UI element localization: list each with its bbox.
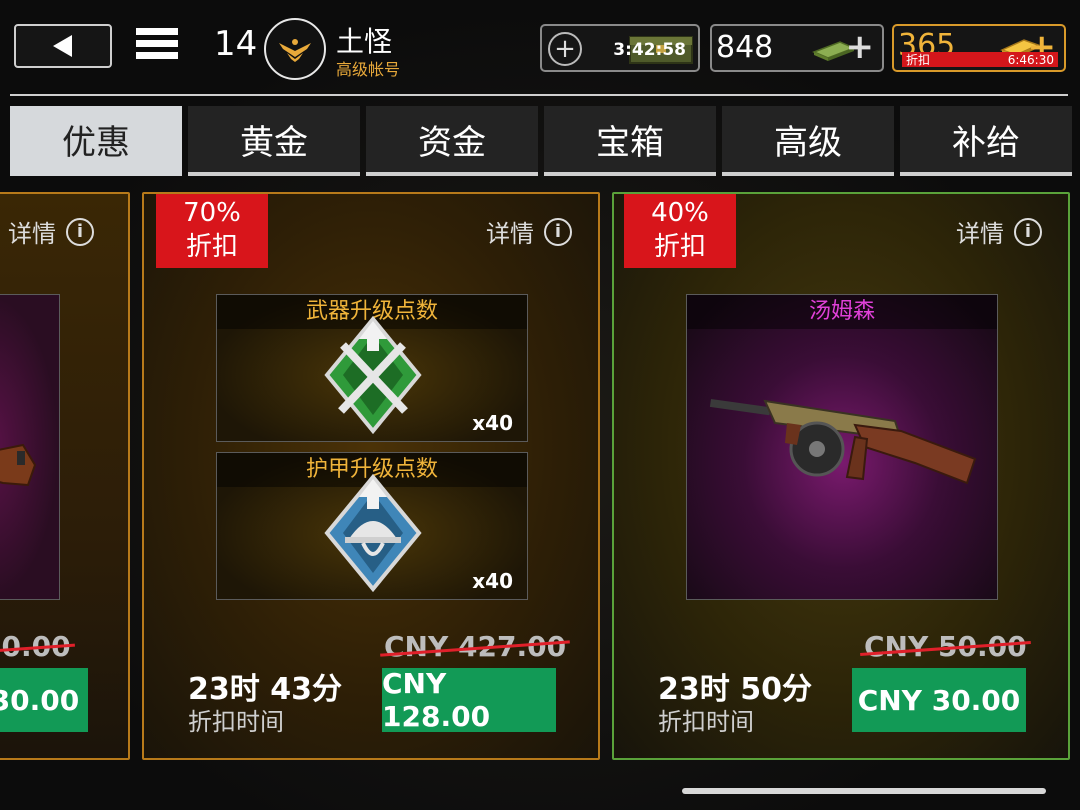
discount-label: 折扣 (653, 232, 706, 262)
original-price: 50.00 (0, 630, 75, 663)
buy-button[interactable]: 30.00 (0, 668, 88, 732)
add-icon[interactable]: + (548, 32, 582, 66)
offer-timer-label: 折扣时间 (658, 708, 754, 736)
discount-percent: 70% (183, 198, 241, 228)
back-arrow-icon (53, 35, 72, 57)
gold-discount-timer: 6:46:30 (1007, 52, 1054, 67)
item-thompson: 汤姆森 (686, 294, 998, 600)
details-label: 详情 (956, 220, 1004, 248)
weapon-upgrade-icon (324, 315, 422, 435)
crate-resource[interactable]: + 3:42:58 (540, 24, 700, 72)
item-title: 汤姆森 (687, 295, 997, 329)
tab-offers[interactable]: 优惠 (10, 106, 182, 176)
gold-discount-strip: 折扣 6:46:30 (902, 52, 1058, 67)
cash-resource[interactable]: 848 + (710, 24, 884, 72)
offer-card-left[interactable]: 详情 i 50.00 30.00 (0, 192, 130, 760)
rank-badge-icon[interactable] (264, 18, 326, 80)
offer-card-upgrade-points[interactable]: 70% 折扣 详情 i 武器升级点数 x40 护甲升级点数 x40 CNY 42… (142, 192, 600, 760)
item-quantity: x40 (472, 569, 513, 593)
tab-premium[interactable]: 高级 (722, 106, 894, 176)
add-cash-icon[interactable]: + (846, 30, 875, 64)
home-indicator[interactable] (682, 788, 1046, 794)
gold-resource[interactable]: 365 + 折扣 6:46:30 (892, 24, 1066, 72)
original-price: CNY 427.00 (380, 630, 570, 663)
player-level: 14 (214, 24, 258, 64)
item-armor-upgrade: 护甲升级点数 x40 (216, 452, 528, 600)
store-tabs: 优惠 黄金 资金 宝箱 高级 补给 (10, 106, 1074, 176)
info-icon: i (66, 217, 94, 246)
tab-funds[interactable]: 资金 (366, 106, 538, 176)
account-type: 高级帐号 (336, 60, 401, 79)
offer-card-thompson[interactable]: 40% 折扣 详情 i 汤姆森 CNY 50.00 23时 50分 折扣时间 C… (612, 192, 1070, 760)
menu-icon[interactable] (136, 28, 178, 66)
back-button[interactable] (14, 24, 112, 68)
original-price: CNY 50.00 (860, 630, 1031, 663)
cash-amount: 848 (716, 30, 774, 65)
buy-button[interactable]: CNY 30.00 (852, 668, 1026, 732)
details-button[interactable]: 详情 i (956, 214, 1042, 249)
info-icon: i (1014, 217, 1042, 246)
buy-button[interactable]: CNY 128.00 (382, 667, 556, 733)
discount-tag: 40% 折扣 (624, 194, 736, 268)
details-label: 详情 (486, 220, 534, 248)
item-preview (0, 294, 60, 600)
thompson-smg-icon (709, 399, 977, 485)
tab-chests[interactable]: 宝箱 (544, 106, 716, 176)
details-button[interactable]: 详情 i (486, 214, 572, 249)
discount-label: 折扣 (185, 232, 238, 262)
offer-timer-label: 折扣时间 (188, 708, 284, 736)
discount-percent: 40% (651, 198, 709, 228)
tab-gold[interactable]: 黄金 (188, 106, 360, 176)
crate-timer: 3:42:58 (613, 40, 686, 60)
header-divider (10, 94, 1068, 96)
tab-supplies[interactable]: 补给 (900, 106, 1072, 176)
discount-tag: 70% 折扣 (156, 194, 268, 268)
item-weapon-upgrade: 武器升级点数 x40 (216, 294, 528, 442)
rifle-stock-icon (0, 443, 37, 487)
details-button[interactable]: 详情 i (8, 214, 94, 249)
armor-upgrade-icon (324, 473, 422, 593)
details-label: 详情 (8, 220, 56, 248)
info-icon: i (544, 217, 572, 246)
gold-discount-label: 折扣 (906, 53, 931, 67)
player-name: 土怪 (336, 25, 393, 58)
item-quantity: x40 (472, 411, 513, 435)
